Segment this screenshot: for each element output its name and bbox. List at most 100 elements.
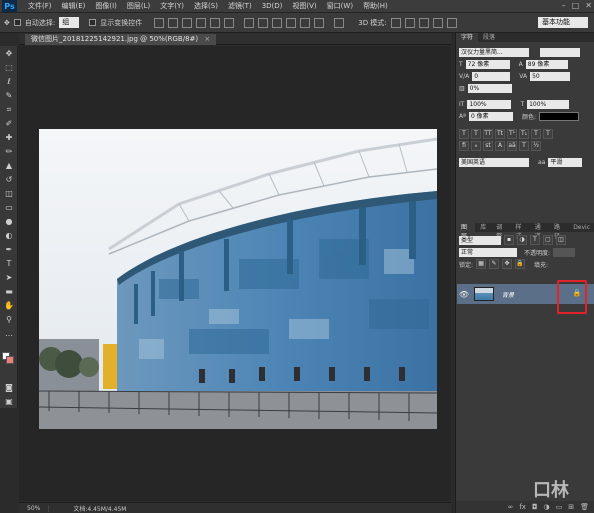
antialias-select[interactable]: 平滑 [548, 157, 583, 167]
tab-device[interactable]: Devic [568, 223, 594, 232]
align-right-icon[interactable] [224, 17, 235, 28]
shape-tool-icon[interactable]: ▬ [2, 286, 16, 298]
move-tool-icon[interactable]: ✥ [4, 19, 10, 27]
menu-view[interactable]: 视图(V) [287, 1, 321, 11]
menu-layer[interactable]: 图层(L) [122, 1, 155, 11]
move-tool-icon[interactable]: ✥ [2, 48, 16, 60]
healing-tool-icon[interactable]: ✚ [2, 132, 16, 144]
tsume-input[interactable]: 0% [467, 83, 512, 93]
menu-window[interactable]: 窗口(W) [322, 1, 358, 11]
marquee-tool-icon[interactable]: ⬚ [2, 62, 16, 74]
lock-pixels-icon[interactable]: ✎ [489, 259, 500, 269]
superscript-button[interactable]: T¹ [507, 129, 517, 139]
menu-image[interactable]: 图像(I) [90, 1, 122, 11]
filter-pixel-icon[interactable]: ▪ [504, 235, 514, 245]
crop-tool-icon[interactable]: ⌗ [2, 104, 16, 116]
tab-layers[interactable]: 图层 [456, 223, 476, 240]
vertical-scale-input[interactable]: 100% [467, 99, 512, 109]
zoom-tool-icon[interactable]: ⚲ [2, 314, 16, 326]
tab-paths[interactable]: 路径 [549, 223, 568, 240]
adjustment-layer-icon[interactable]: ◑ [544, 503, 550, 511]
add-mask-icon[interactable]: ◘ [532, 503, 538, 511]
distribute-bottom-icon[interactable] [272, 17, 283, 28]
strikethrough-button[interactable]: T [543, 129, 553, 139]
distribute-top-icon[interactable] [244, 17, 255, 28]
align-left-icon[interactable] [196, 17, 207, 28]
baseline-shift-input[interactable]: 0 像素 [468, 111, 513, 121]
3d-slide-icon[interactable] [432, 17, 443, 28]
titling-button[interactable]: aā [507, 141, 517, 151]
ligatures-button[interactable]: fi [459, 141, 469, 151]
small-caps-button[interactable]: Tt [495, 129, 505, 139]
menu-file[interactable]: 文件(F) [23, 1, 57, 11]
hand-tool-icon[interactable]: ✋ [2, 300, 16, 312]
background-color-swatch[interactable] [6, 356, 14, 364]
faux-italic-button[interactable]: T [471, 129, 481, 139]
lock-all-icon[interactable]: 🔒 [515, 259, 526, 269]
subscript-button[interactable]: T₁ [519, 129, 529, 139]
menu-3d[interactable]: 3D(D) [257, 2, 288, 10]
dodge-tool-icon[interactable]: ◐ [2, 230, 16, 242]
distribute-right-icon[interactable] [314, 17, 325, 28]
quick-mask-icon[interactable]: ◙ [2, 382, 16, 394]
all-caps-button[interactable]: TT [483, 129, 493, 139]
text-color-swatch[interactable] [538, 111, 579, 121]
quick-select-tool-icon[interactable]: ✎ [2, 90, 16, 102]
swash-button[interactable]: st [483, 141, 493, 151]
brush-tool-icon[interactable]: ✏ [2, 146, 16, 158]
language-select[interactable]: 美国英语 [459, 157, 529, 167]
font-size-input[interactable]: 72 像素 [465, 59, 510, 69]
show-transform-checkbox[interactable] [89, 19, 97, 26]
blend-mode-select[interactable]: 正常 [459, 247, 517, 257]
ordinals-button[interactable]: T [519, 141, 529, 151]
tracking-input[interactable]: 50 [530, 71, 571, 81]
close-icon[interactable]: ✕ [585, 1, 592, 10]
pen-tool-icon[interactable]: ✒ [2, 244, 16, 256]
filter-type-icon[interactable]: T [530, 235, 540, 245]
alternates-button[interactable]: A [495, 141, 505, 151]
auto-align-icon[interactable] [334, 17, 345, 28]
canvas-area[interactable] [19, 46, 451, 501]
distribute-vcenter-icon[interactable] [258, 17, 269, 28]
layer-name[interactable]: 背景 [502, 290, 514, 299]
auto-select-dropdown[interactable]: 组 [59, 17, 80, 28]
type-tool-icon[interactable]: T [2, 258, 16, 270]
stamp-tool-icon[interactable]: ▲ [2, 160, 16, 172]
tab-adjustments[interactable]: 调整 [491, 223, 510, 240]
lock-transparent-icon[interactable]: ▦ [476, 259, 487, 269]
lock-position-icon[interactable]: ✥ [502, 259, 513, 269]
tab-styles[interactable]: 样式 [510, 223, 529, 240]
document-tab[interactable]: 微信图片_20181225142921.jpg @ 50%(RGB/8#) × [25, 34, 217, 45]
edit-toolbar-icon[interactable]: … [2, 328, 16, 340]
distribute-left-icon[interactable] [286, 17, 297, 28]
3d-rotate-icon[interactable] [390, 17, 401, 28]
horizontal-scale-input[interactable]: 100% [527, 99, 570, 109]
leading-input[interactable]: 89 像素 [525, 59, 568, 69]
layer-filter-select[interactable]: 类型 [459, 235, 501, 245]
menu-edit[interactable]: 编辑(E) [57, 1, 91, 11]
link-layers-icon[interactable]: ∞ [508, 503, 514, 511]
maximize-icon[interactable]: □ [572, 1, 580, 10]
underline-button[interactable]: T [531, 129, 541, 139]
oldstyle-button[interactable]: ℴ [471, 141, 481, 151]
align-vcenter-icon[interactable] [168, 17, 179, 28]
layer-style-icon[interactable]: fx [519, 503, 526, 511]
tab-channels[interactable]: 通道 [530, 223, 549, 240]
opacity-input[interactable] [553, 247, 576, 257]
eraser-tool-icon[interactable]: ◫ [2, 188, 16, 200]
blur-tool-icon[interactable]: ● [2, 216, 16, 228]
font-family-select[interactable]: 汉仪力量黑简... [459, 47, 529, 57]
document-info[interactable]: 文档:4.45M/4.45M [73, 504, 126, 513]
close-tab-icon[interactable]: × [204, 35, 210, 43]
kerning-input[interactable]: 0 [472, 71, 511, 81]
distribute-hcenter-icon[interactable] [300, 17, 311, 28]
align-top-icon[interactable] [154, 17, 165, 28]
path-select-icon[interactable]: ➤ [2, 272, 16, 284]
align-hcenter-icon[interactable] [210, 17, 221, 28]
zoom-level[interactable]: 50% [19, 504, 50, 512]
lasso-tool-icon[interactable]: ℓ [2, 76, 16, 88]
menu-help[interactable]: 帮助(H) [358, 1, 393, 11]
new-group-icon[interactable]: ▭ [556, 503, 563, 511]
filter-shape-icon[interactable]: ▢ [543, 235, 553, 245]
fractions-button[interactable]: ½ [531, 141, 541, 151]
